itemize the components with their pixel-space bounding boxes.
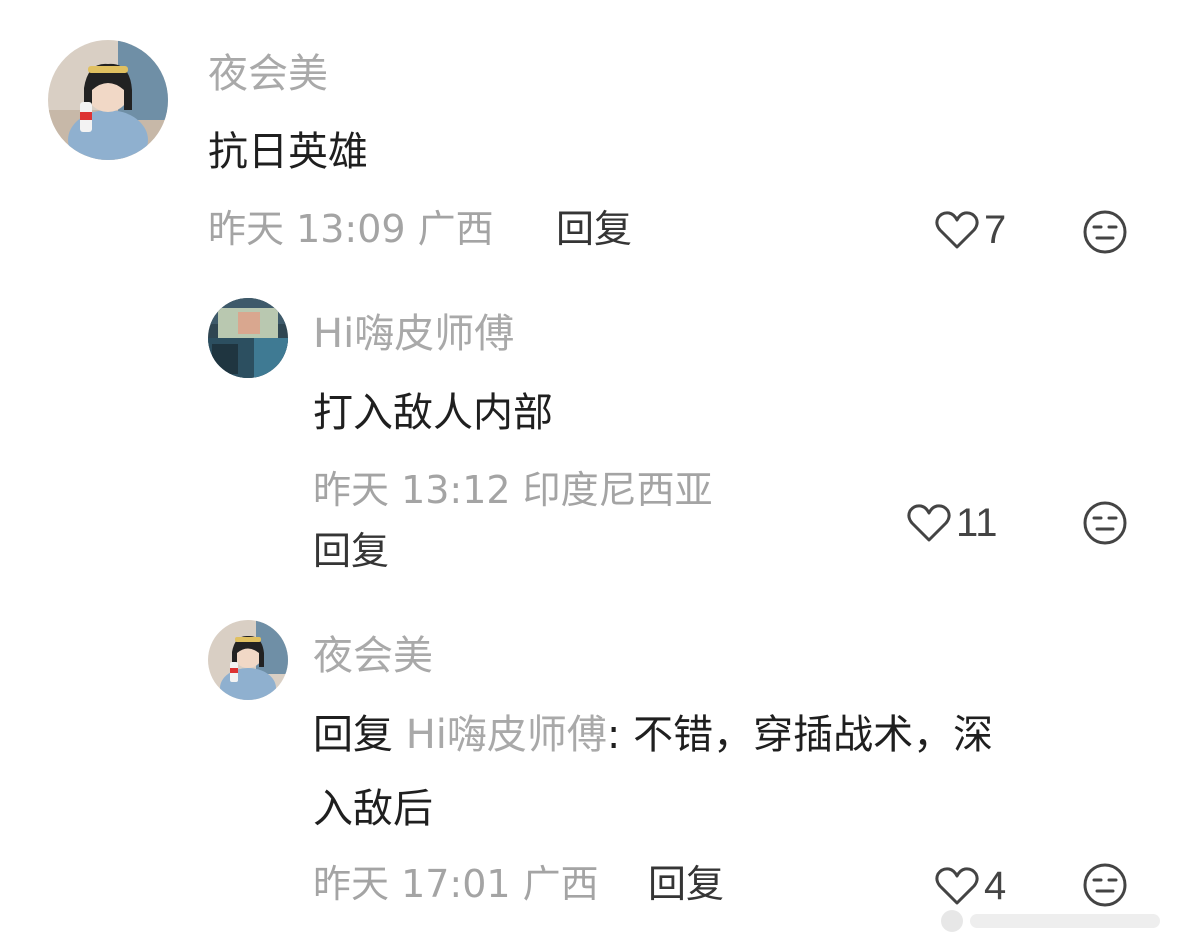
- reply-prefix: 回复: [313, 712, 393, 758]
- watermark: [938, 906, 1168, 936]
- comment-text-line1: : 不错，穿插战术，深: [606, 712, 994, 758]
- comment-text: 回复 Hi嗨皮师傅: 不错，穿插战术，深: [313, 711, 993, 759]
- comment-item: 夜会美 回复 Hi嗨皮师傅: 不错，穿插战术，深 入敌后 昨天 17:01 广西…: [0, 0, 1178, 944]
- comment-username[interactable]: 夜会美: [313, 632, 433, 680]
- reply-button[interactable]: 回复: [648, 860, 724, 908]
- heart-outline-icon: [934, 865, 980, 907]
- like-count: 4: [984, 864, 1007, 908]
- like-button[interactable]: 4: [934, 862, 1006, 910]
- comment-meta: 昨天 17:01 广西: [313, 862, 599, 906]
- mention-username[interactable]: Hi嗨皮师傅: [406, 712, 607, 758]
- avatar[interactable]: [208, 620, 288, 700]
- meh-face-icon: [1083, 863, 1127, 907]
- comment-text-line2: 入敌后: [313, 786, 433, 832]
- dislike-button[interactable]: [1082, 862, 1128, 908]
